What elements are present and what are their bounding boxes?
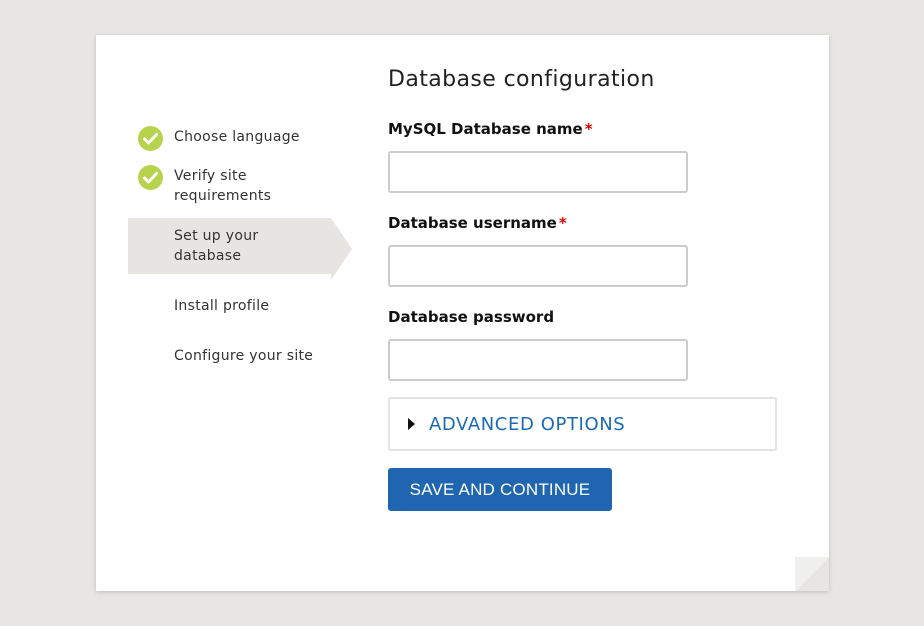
step-verify-requirements: Verify site requirements bbox=[128, 158, 331, 214]
step-set-up-database: Set up your database bbox=[128, 218, 352, 280]
step-label: Set up your database bbox=[174, 228, 259, 264]
page-curl-decoration bbox=[795, 557, 829, 591]
step-label: Verify site requirements bbox=[174, 168, 272, 204]
required-marker: * bbox=[558, 214, 567, 232]
step-choose-language: Choose language bbox=[128, 119, 331, 155]
db-name-input[interactable] bbox=[388, 151, 688, 193]
db-name-label: MySQL Database name * bbox=[388, 120, 593, 138]
advanced-options-label: ADVANCED OPTIONS bbox=[429, 413, 626, 435]
field-db-username: Database username * bbox=[388, 213, 788, 287]
field-db-password: Database password bbox=[388, 307, 788, 381]
database-config-form: Database configuration MySQL Database na… bbox=[388, 65, 788, 511]
db-password-input[interactable] bbox=[388, 339, 688, 381]
page-title: Database configuration bbox=[388, 67, 655, 92]
caret-right-icon bbox=[408, 418, 415, 430]
db-username-label: Database username * bbox=[388, 214, 567, 232]
db-username-input[interactable] bbox=[388, 245, 688, 287]
db-password-label: Database password bbox=[388, 308, 555, 326]
save-and-continue-button[interactable]: SAVE AND CONTINUE bbox=[388, 468, 612, 511]
advanced-options-toggle[interactable]: ADVANCED OPTIONS bbox=[388, 397, 777, 451]
check-icon bbox=[138, 165, 163, 190]
step-configure-site: Configure your site bbox=[128, 338, 331, 374]
step-install-profile: Install profile bbox=[128, 288, 331, 324]
required-marker: * bbox=[584, 120, 593, 138]
installer-steps: Choose language Verify site requirements… bbox=[128, 119, 368, 374]
field-db-name: MySQL Database name * bbox=[388, 119, 788, 193]
step-label: Configure your site bbox=[174, 348, 314, 364]
step-label: Install profile bbox=[174, 298, 270, 314]
step-label: Choose language bbox=[174, 129, 300, 145]
installer-card: Choose language Verify site requirements… bbox=[96, 35, 829, 591]
check-icon bbox=[138, 126, 163, 151]
